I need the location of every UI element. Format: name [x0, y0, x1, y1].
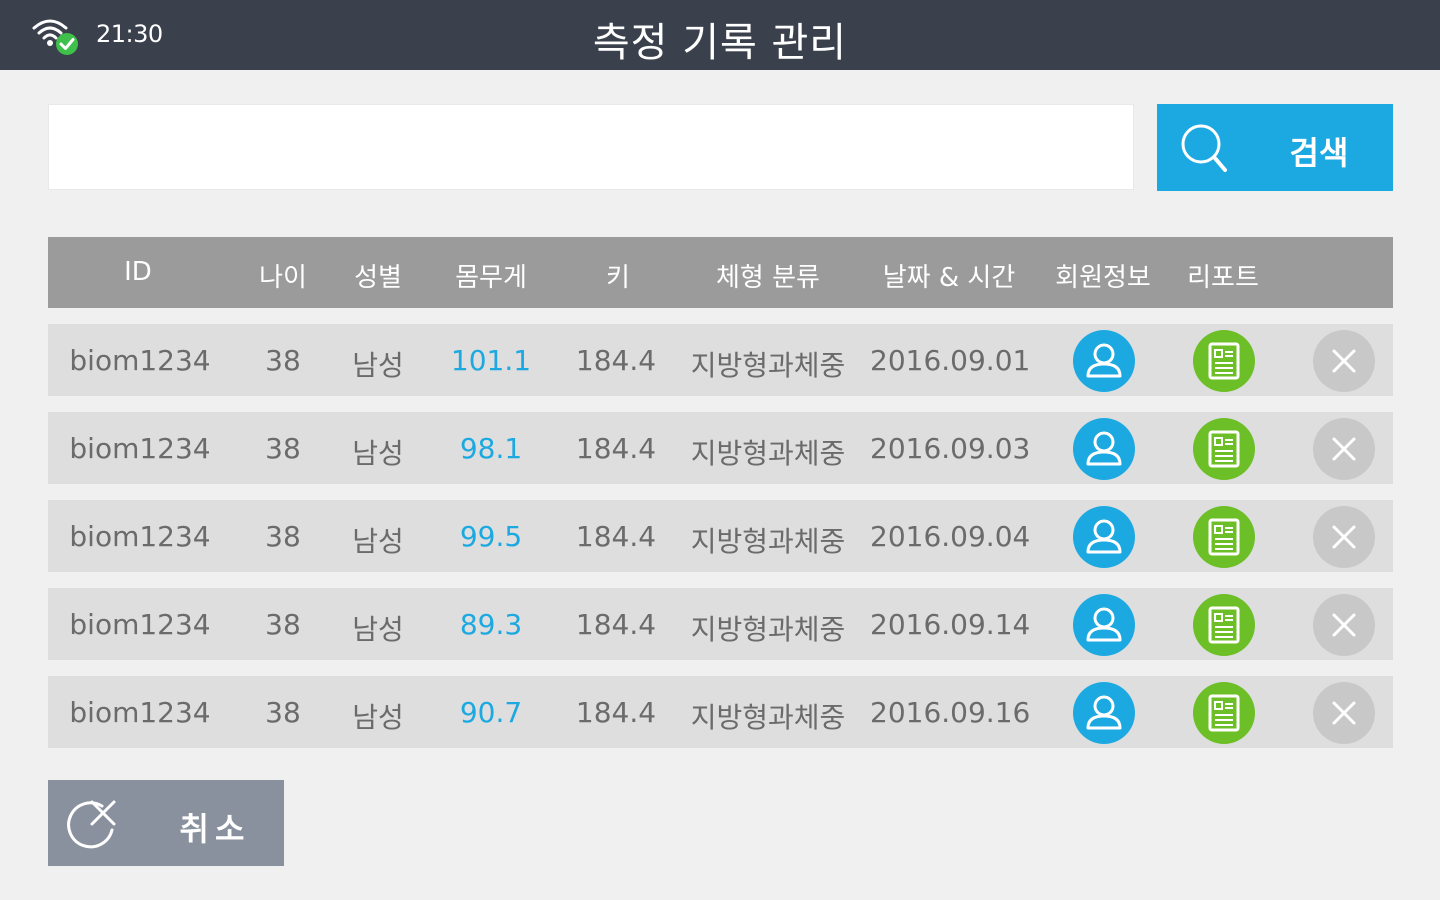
- cell-age: 38: [265, 608, 301, 641]
- delete-button[interactable]: [1313, 330, 1375, 392]
- cell-weight: 99.5: [459, 520, 523, 553]
- page-title: 측정 기록 관리: [592, 20, 848, 66]
- report-icon: [1208, 606, 1240, 644]
- search-icon: [1181, 124, 1227, 172]
- close-icon: [1332, 349, 1356, 373]
- cell-age: 38: [265, 520, 301, 553]
- cell-weight: 89.3: [459, 608, 523, 641]
- cell-gender: 남성: [352, 613, 404, 646]
- column-header-height: 키: [606, 263, 630, 293]
- column-header-date: 날짜 & 시간: [882, 263, 1016, 293]
- cell-age: 38: [265, 432, 301, 465]
- cell-date: 2016.09.04: [870, 520, 1031, 553]
- close-icon: [1332, 613, 1356, 637]
- cell-date: 2016.09.14: [870, 608, 1031, 641]
- cancel-button-label: 취소: [179, 810, 251, 848]
- member-info-button[interactable]: [1073, 506, 1135, 568]
- cell-height: 184.4: [575, 520, 657, 553]
- close-icon: [1332, 437, 1356, 461]
- cell-id: biom1234: [69, 608, 211, 641]
- cell-height: 184.4: [575, 696, 657, 729]
- column-header-gender: 성별: [354, 263, 402, 293]
- report-button[interactable]: [1193, 594, 1255, 656]
- cell-gender: 남성: [352, 525, 404, 558]
- cell-body-type: 지방형과체중: [690, 349, 846, 382]
- table-header: ID 나이 성별 몸무게 키 체형 분류 날짜 & 시간 회원정보 리포트: [48, 237, 1393, 308]
- cell-gender: 남성: [352, 701, 404, 734]
- user-icon: [1086, 607, 1122, 642]
- cell-weight: 101.1: [450, 344, 532, 377]
- member-info-button[interactable]: [1073, 682, 1135, 744]
- user-icon: [1086, 695, 1122, 730]
- cell-id: biom1234: [69, 432, 211, 465]
- cell-age: 38: [265, 344, 301, 377]
- close-icon: [1332, 525, 1356, 549]
- cell-gender: 남성: [352, 437, 404, 470]
- user-icon: [1086, 519, 1122, 554]
- report-icon: [1208, 342, 1240, 380]
- cell-body-type: 지방형과체중: [690, 437, 846, 470]
- cell-height: 184.4: [575, 432, 657, 465]
- delete-button[interactable]: [1313, 418, 1375, 480]
- cell-weight: 98.1: [459, 432, 523, 465]
- column-header-id: ID: [124, 257, 152, 287]
- column-header-member-info: 회원정보: [1055, 263, 1151, 293]
- cancel-icon: [67, 800, 116, 849]
- table-row: biom1234 38 남성 101.1 184.4 지방형과체중 2016.0…: [48, 324, 1393, 396]
- cell-body-type: 지방형과체중: [690, 613, 846, 646]
- cancel-button[interactable]: 취소: [48, 780, 284, 866]
- table-row: biom1234 38 남성 98.1 184.4 지방형과체중 2016.09…: [48, 412, 1393, 484]
- report-icon: [1208, 430, 1240, 468]
- delete-button[interactable]: [1313, 506, 1375, 568]
- cell-gender: 남성: [352, 349, 404, 382]
- column-header-report: 리포트: [1187, 263, 1259, 293]
- cell-id: biom1234: [69, 344, 211, 377]
- cell-id: biom1234: [69, 696, 211, 729]
- user-icon: [1086, 343, 1122, 378]
- column-header-body-type: 체형 분류: [716, 263, 820, 293]
- search-button-label: 검색: [1289, 134, 1349, 172]
- search-input[interactable]: [48, 104, 1134, 190]
- table-row: biom1234 38 남성 90.7 184.4 지방형과체중 2016.09…: [48, 676, 1393, 748]
- member-info-button[interactable]: [1073, 330, 1135, 392]
- cell-date: 2016.09.16: [870, 696, 1031, 729]
- cell-body-type: 지방형과체중: [690, 525, 846, 558]
- user-icon: [1086, 431, 1122, 466]
- report-button[interactable]: [1193, 330, 1255, 392]
- report-button[interactable]: [1193, 682, 1255, 744]
- cell-height: 184.4: [575, 344, 657, 377]
- search-button[interactable]: 검색: [1157, 104, 1393, 191]
- report-button[interactable]: [1193, 418, 1255, 480]
- report-icon: [1208, 694, 1240, 732]
- cell-date: 2016.09.03: [870, 432, 1031, 465]
- report-icon: [1208, 518, 1240, 556]
- cell-age: 38: [265, 696, 301, 729]
- cell-id: biom1234: [69, 520, 211, 553]
- member-info-button[interactable]: [1073, 594, 1135, 656]
- table-row: biom1234 38 남성 99.5 184.4 지방형과체중 2016.09…: [48, 500, 1393, 572]
- member-info-button[interactable]: [1073, 418, 1135, 480]
- column-header-age: 나이: [259, 263, 307, 293]
- cell-date: 2016.09.01: [870, 344, 1031, 377]
- report-button[interactable]: [1193, 506, 1255, 568]
- cell-weight: 90.7: [459, 696, 523, 729]
- delete-button[interactable]: [1313, 594, 1375, 656]
- table-row: biom1234 38 남성 89.3 184.4 지방형과체중 2016.09…: [48, 588, 1393, 660]
- cell-body-type: 지방형과체중: [690, 701, 846, 734]
- cell-height: 184.4: [575, 608, 657, 641]
- column-header-weight: 몸무게: [455, 263, 527, 293]
- close-icon: [1332, 701, 1356, 725]
- top-bar: 21:30 측정 기록 관리: [0, 0, 1440, 70]
- delete-button[interactable]: [1313, 682, 1375, 744]
